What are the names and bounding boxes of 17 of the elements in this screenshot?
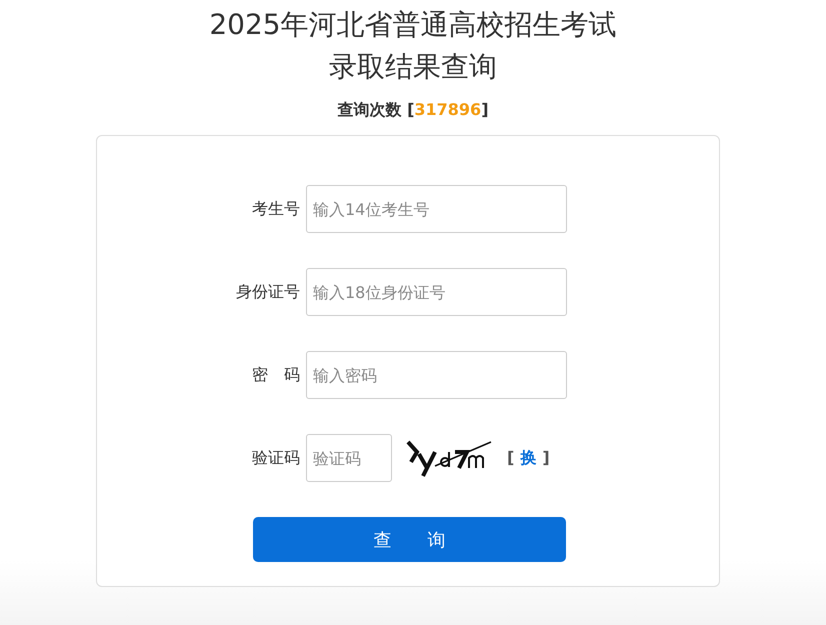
- field-label: 验证码: [251, 448, 300, 468]
- input-field[interactable]: 输入18位身份证号: [306, 268, 567, 316]
- bracket: ]: [481, 100, 488, 121]
- input-field[interactable]: 输入14位考生号: [306, 185, 567, 233]
- query-count: 317896: [414, 100, 482, 121]
- field-label: 考生号: [251, 198, 300, 220]
- page-title: 2025年河北省普通高校招生考试: [209, 7, 617, 43]
- input-field[interactable]: 输入密码: [306, 351, 567, 399]
- captcha-field[interactable]: 验证码: [306, 434, 392, 482]
- field-label: 密 码: [251, 364, 300, 386]
- page-title: 录取结果查询: [329, 49, 497, 85]
- bracket: ]: [542, 448, 550, 468]
- refresh-link[interactable]: 换: [520, 448, 536, 468]
- bracket: [: [507, 448, 514, 468]
- field-label: 身份证号: [235, 282, 300, 302]
- count-label: 查询次数 [: [338, 100, 414, 121]
- query-button[interactable]: 查 询: [253, 517, 566, 562]
